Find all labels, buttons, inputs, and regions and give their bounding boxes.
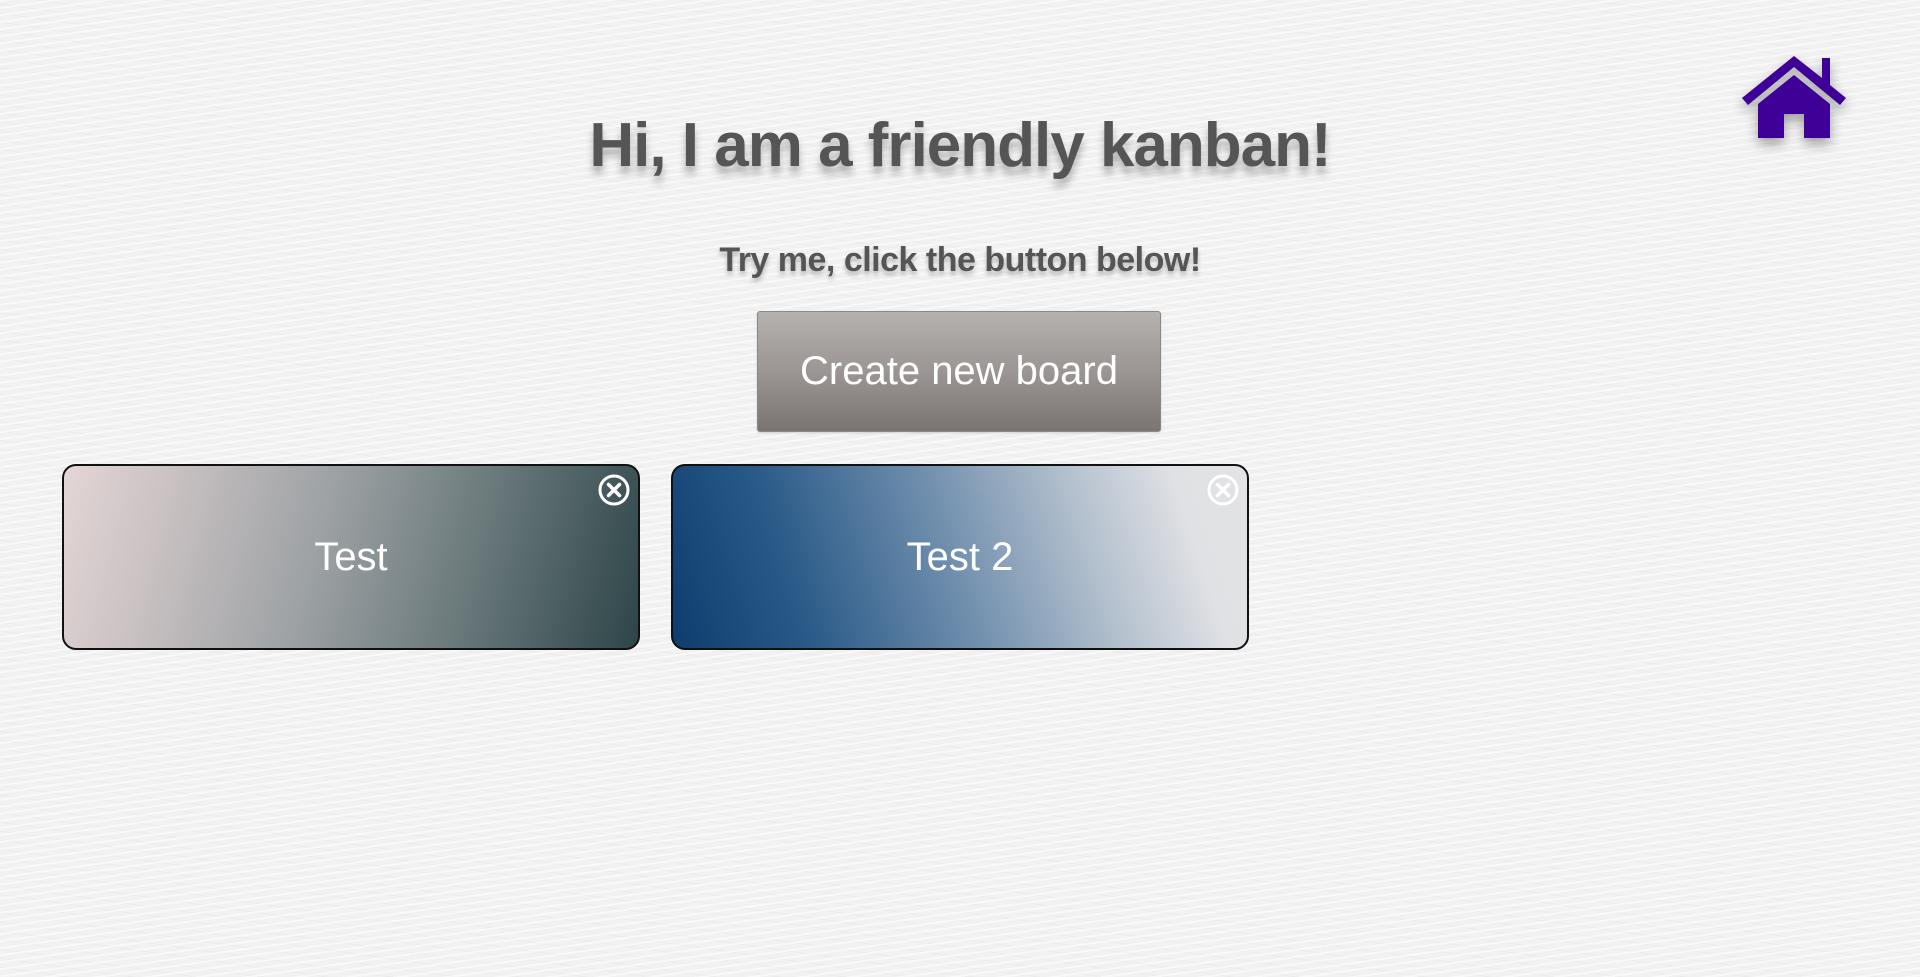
create-new-board-button[interactable]: Create new board [757,311,1161,432]
board-name: Test 2 [906,535,1014,579]
page-title: Hi, I am a friendly kanban! [589,111,1331,180]
close-circle-icon[interactable] [1206,473,1240,507]
board-card-test-2[interactable]: Test 2 [671,464,1249,650]
close-circle-icon[interactable] [597,473,631,507]
page-subtitle: Try me, click the button below! [719,241,1201,279]
board-card-test[interactable]: Test [62,464,640,650]
board-name: Test [314,535,388,579]
